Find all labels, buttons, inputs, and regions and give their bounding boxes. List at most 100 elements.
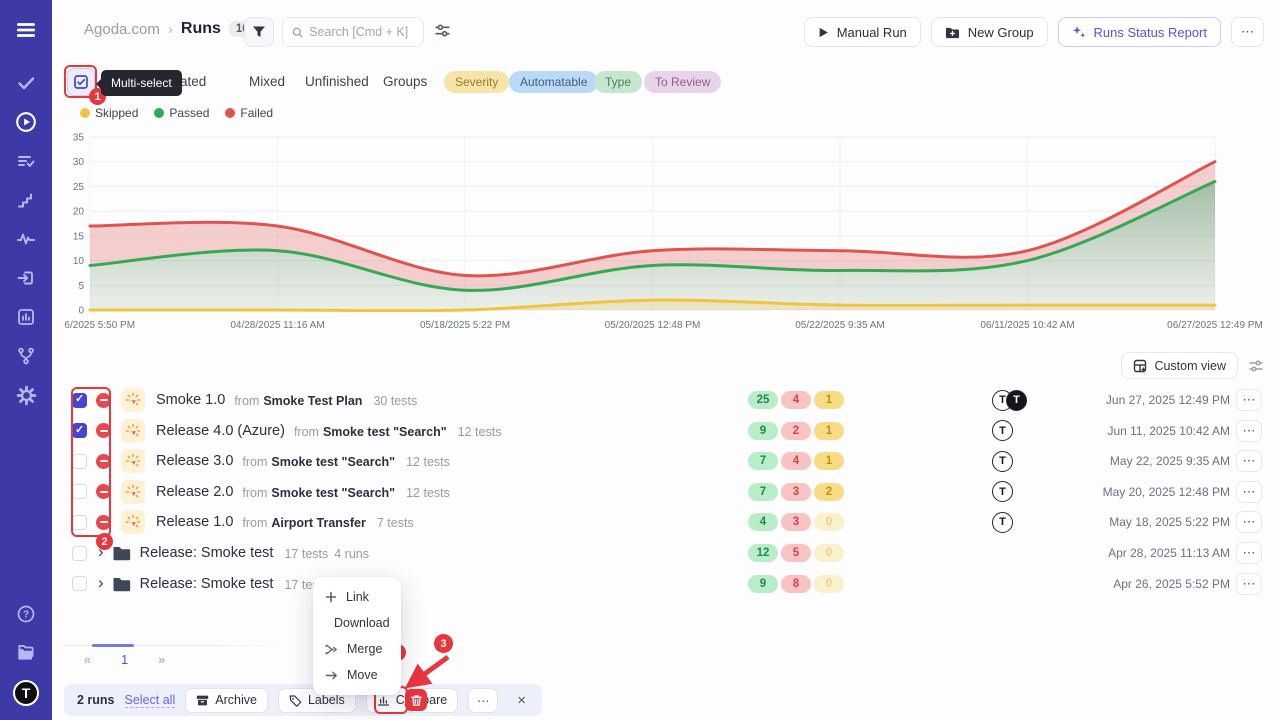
breadcrumb-project[interactable]: Agoda.com	[84, 21, 160, 38]
archive-button[interactable]: Archive	[185, 688, 268, 713]
help-icon[interactable]: ?	[14, 602, 38, 626]
plan-name[interactable]: Airport Transfer	[271, 516, 365, 530]
expand-chevron-icon[interactable]: ›	[98, 542, 104, 562]
row-checkbox[interactable]	[72, 484, 87, 499]
filter-button[interactable]	[244, 17, 274, 47]
workspace-avatar[interactable]: T	[13, 680, 39, 706]
bulk-more-button[interactable]: ⋯	[468, 688, 498, 713]
sidebar-item-reports-icon[interactable]	[14, 305, 38, 329]
remove-run-icon[interactable]	[96, 393, 111, 408]
tab-groups[interactable]: Groups	[383, 74, 427, 89]
row-more-button[interactable]: ⋯	[1236, 389, 1262, 411]
table-row: Smoke 1.0 from Smoke Test Plan 30 tests …	[72, 385, 1264, 415]
svg-text:0: 0	[78, 306, 84, 317]
next-page-button[interactable]: »	[152, 651, 171, 669]
menu-item-move[interactable]: Move	[313, 662, 401, 688]
row-checkbox[interactable]	[72, 576, 87, 591]
remove-run-icon[interactable]	[96, 423, 111, 438]
passed-badge: 7	[748, 452, 778, 470]
run-name[interactable]: Release 2.0	[156, 484, 233, 500]
header-more-button[interactable]: ⋯	[1231, 17, 1264, 47]
row-checkbox[interactable]	[72, 546, 87, 561]
from-label: from	[294, 425, 319, 439]
run-spark-icon	[121, 449, 145, 473]
tab-unfinished[interactable]: Unfinished	[305, 74, 369, 89]
select-all-link[interactable]: Select all	[125, 693, 176, 708]
search-settings-icon[interactable]	[434, 22, 451, 44]
sidebar-item-settings-icon[interactable]	[14, 383, 38, 407]
multi-select-button[interactable]	[67, 68, 95, 96]
manual-run-button[interactable]: Manual Run	[804, 17, 921, 47]
filter-pill-severity[interactable]: Severity	[444, 71, 509, 93]
avatar[interactable]: T	[992, 481, 1013, 502]
remove-run-icon[interactable]	[96, 515, 111, 530]
run-name[interactable]: Release 3.0	[156, 453, 233, 469]
row-checkbox[interactable]	[72, 393, 87, 408]
search-box[interactable]	[282, 17, 424, 47]
avatar[interactable]: T	[992, 420, 1013, 441]
tests-count: 30 tests	[373, 394, 417, 408]
plan-name[interactable]: Smoke test "Search"	[271, 486, 395, 500]
passed-badge: 7	[748, 483, 778, 501]
row-more-button[interactable]: ⋯	[1236, 511, 1262, 533]
custom-view-button[interactable]: Custom view	[1121, 352, 1238, 379]
group-folder-icon	[112, 545, 131, 561]
remove-run-icon[interactable]	[96, 484, 111, 499]
new-group-button[interactable]: New Group	[931, 17, 1048, 47]
close-icon[interactable]: ×	[514, 692, 529, 709]
plan-name[interactable]: Smoke test "Search"	[271, 455, 395, 469]
sidebar-item-milestones-icon[interactable]	[14, 188, 38, 212]
row-checkbox[interactable]	[72, 423, 87, 438]
menu-item-download[interactable]: Download	[313, 610, 401, 636]
sidebar-item-tests-icon[interactable]	[14, 71, 38, 95]
plan-name[interactable]: Smoke Test Plan	[263, 394, 362, 408]
page-title: Runs	[181, 20, 221, 38]
funnel-icon	[252, 25, 266, 39]
runs-status-report-button[interactable]: Runs Status Report	[1058, 17, 1221, 47]
expand-chevron-icon[interactable]: ›	[98, 573, 104, 593]
group-name[interactable]: Release: Smoke test	[140, 545, 274, 561]
sidebar-item-plans-icon[interactable]	[14, 149, 38, 173]
filter-pill-automatable[interactable]: Automatable	[509, 71, 598, 93]
row-more-button[interactable]: ⋯	[1236, 573, 1262, 595]
tag-icon	[289, 694, 302, 707]
avatar[interactable]: T	[992, 512, 1013, 533]
sidebar-item-runs-icon[interactable]	[14, 110, 38, 134]
menu-item-link[interactable]: Link	[313, 584, 401, 610]
menu-item-merge[interactable]: Merge	[313, 636, 401, 662]
projects-icon[interactable]	[14, 641, 38, 665]
avatar[interactable]: T	[992, 451, 1013, 472]
sidebar-item-import-icon[interactable]	[14, 266, 38, 290]
tab-mixed[interactable]: Mixed	[249, 74, 285, 89]
row-checkbox[interactable]	[72, 515, 87, 530]
run-name[interactable]: Smoke 1.0	[156, 392, 225, 408]
group-name[interactable]: Release: Smoke test	[140, 576, 274, 592]
view-settings-icon[interactable]	[1248, 358, 1264, 374]
remove-run-icon[interactable]	[96, 454, 111, 469]
plan-name[interactable]: Smoke test "Search"	[323, 425, 447, 439]
compare-chart-icon	[377, 694, 390, 707]
page-number[interactable]: 1	[115, 650, 134, 669]
prev-page-button[interactable]: «	[78, 651, 97, 669]
row-more-button[interactable]: ⋯	[1236, 481, 1262, 503]
sidebar-item-branches-icon[interactable]	[14, 344, 38, 368]
tests-count: 12 tests	[406, 455, 450, 469]
current-page-indicator	[92, 644, 134, 647]
menu-icon[interactable]	[14, 18, 38, 42]
folder-plus-icon	[945, 26, 960, 39]
bulk-actions-menu: Link Download Merge Move	[313, 577, 401, 695]
runs-trend-chart: 0510152025303504/26/2025 5:50 PM04/28/20…	[64, 126, 1264, 338]
row-checkbox[interactable]	[72, 454, 87, 469]
filter-pill-type[interactable]: Type	[594, 71, 642, 93]
run-name[interactable]: Release 1.0	[156, 514, 233, 530]
avatar[interactable]: T	[1006, 390, 1027, 411]
row-more-button[interactable]: ⋯	[1236, 542, 1262, 564]
sidebar-item-activity-icon[interactable]	[14, 227, 38, 251]
filter-pill-to-review[interactable]: To Review	[644, 71, 721, 93]
passed-badge: 25	[748, 391, 778, 409]
failed-badge: 2	[781, 422, 811, 440]
run-name[interactable]: Release 4.0 (Azure)	[156, 423, 285, 439]
row-more-button[interactable]: ⋯	[1236, 420, 1262, 442]
row-more-button[interactable]: ⋯	[1236, 450, 1262, 472]
search-input[interactable]	[309, 25, 414, 39]
